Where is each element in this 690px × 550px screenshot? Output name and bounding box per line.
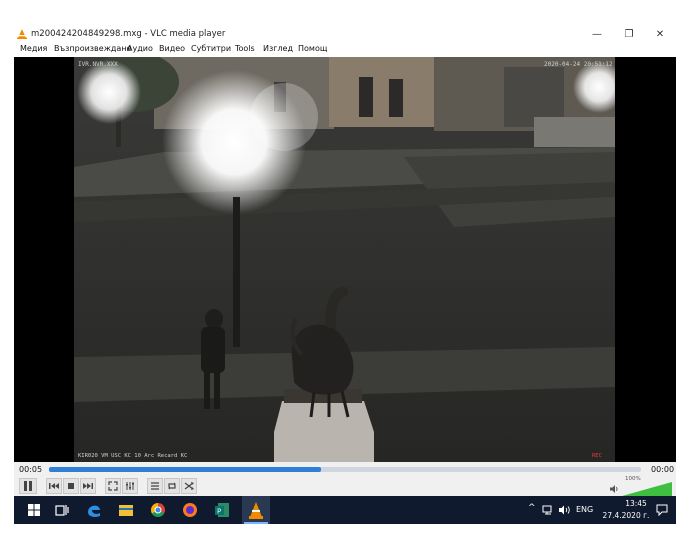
vlc-window: m200424204849298.mxg - VLC media player … xyxy=(14,26,676,524)
menu-bar: Медия Възпроизвеждане Аудио Видео Субтит… xyxy=(14,43,676,56)
menu-video[interactable]: Видео xyxy=(159,44,185,53)
overlay-top-right: 2020-04-24 20:51:12 xyxy=(544,61,613,68)
title-bar: m200424204849298.mxg - VLC media player … xyxy=(14,26,676,43)
network-icon[interactable] xyxy=(542,504,554,516)
menu-subtitles[interactable]: Субтитри xyxy=(191,44,231,53)
pause-icon xyxy=(24,481,32,491)
skip-previous-icon xyxy=(49,483,59,489)
chrome-icon[interactable] xyxy=(148,500,168,520)
volume-level xyxy=(622,482,672,496)
menu-help[interactable]: Помощ xyxy=(298,44,327,53)
video-area[interactable]: IVR.NVR.XXX 2020-04-24 20:51:12 KIR020 V… xyxy=(14,57,676,462)
seek-progress xyxy=(49,467,322,472)
vlc-icon xyxy=(249,502,263,519)
video-frame: IVR.NVR.XXX 2020-04-24 20:51:12 KIR020 V… xyxy=(74,57,615,462)
vlc-cone-icon xyxy=(17,29,27,39)
menu-tools[interactable]: Tools xyxy=(235,44,255,53)
windows-taskbar: P ^ ENG 13:45 27.4.2020 г. xyxy=(14,496,676,524)
previous-button[interactable] xyxy=(46,478,62,494)
volume-slider[interactable] xyxy=(622,482,672,496)
language-indicator[interactable]: ENG xyxy=(576,505,593,514)
notifications-icon[interactable] xyxy=(656,504,668,516)
taskbar-vlc-button[interactable] xyxy=(242,496,270,524)
speaker-icon[interactable] xyxy=(609,484,619,494)
file-explorer-icon[interactable] xyxy=(116,500,136,520)
clock-date[interactable]: 27.4.2020 г. xyxy=(602,511,650,520)
shuffle-icon xyxy=(184,482,194,490)
time-elapsed: 00:05 xyxy=(19,465,43,474)
skip-next-icon xyxy=(83,483,93,489)
menu-audio[interactable]: Аудио xyxy=(127,44,153,53)
svg-text:P: P xyxy=(217,508,221,516)
task-view-icon[interactable] xyxy=(52,500,72,520)
menu-playback[interactable]: Възпроизвеждане xyxy=(54,44,131,53)
volume-tray-icon[interactable] xyxy=(558,504,572,516)
stop-icon xyxy=(68,483,74,489)
fullscreen-button[interactable] xyxy=(105,478,121,494)
edge-icon[interactable] xyxy=(84,500,104,520)
pause-button[interactable] xyxy=(19,478,37,494)
menu-media[interactable]: Медия xyxy=(20,44,47,53)
fullscreen-icon xyxy=(108,481,118,491)
next-button[interactable] xyxy=(80,478,96,494)
tray-chevron-icon[interactable]: ^ xyxy=(528,503,536,513)
playlist-button[interactable] xyxy=(147,478,163,494)
overlay-bottom-left: KIR020 VM USC KC 10 Arc Recard KC xyxy=(78,453,187,459)
firefox-icon[interactable] xyxy=(180,500,200,520)
stop-button[interactable] xyxy=(63,478,79,494)
playlist-icon xyxy=(151,482,159,490)
menu-view[interactable]: Изглед xyxy=(263,44,293,53)
playback-controls: 00:05 00:00 100% xyxy=(14,462,676,498)
loop-button[interactable] xyxy=(164,478,180,494)
extended-settings-button[interactable] xyxy=(122,478,138,494)
window-title: m200424204849298.mxg - VLC media player xyxy=(31,29,226,39)
loop-icon xyxy=(168,482,176,490)
restore-button[interactable]: ❐ xyxy=(614,26,644,43)
overlay-top-left: IVR.NVR.XXX xyxy=(78,61,118,68)
equalizer-icon xyxy=(126,482,134,490)
seek-bar[interactable] xyxy=(49,467,641,472)
overlay-bottom-right: REC xyxy=(592,453,602,459)
time-total: 00:00 xyxy=(651,465,675,474)
windows-start-icon[interactable] xyxy=(24,500,44,520)
close-button[interactable]: ✕ xyxy=(645,26,675,43)
publisher-icon[interactable]: P xyxy=(212,500,232,520)
shuffle-button[interactable] xyxy=(181,478,197,494)
minimize-button[interactable]: — xyxy=(582,26,612,43)
clock-time[interactable]: 13:45 xyxy=(616,499,656,508)
